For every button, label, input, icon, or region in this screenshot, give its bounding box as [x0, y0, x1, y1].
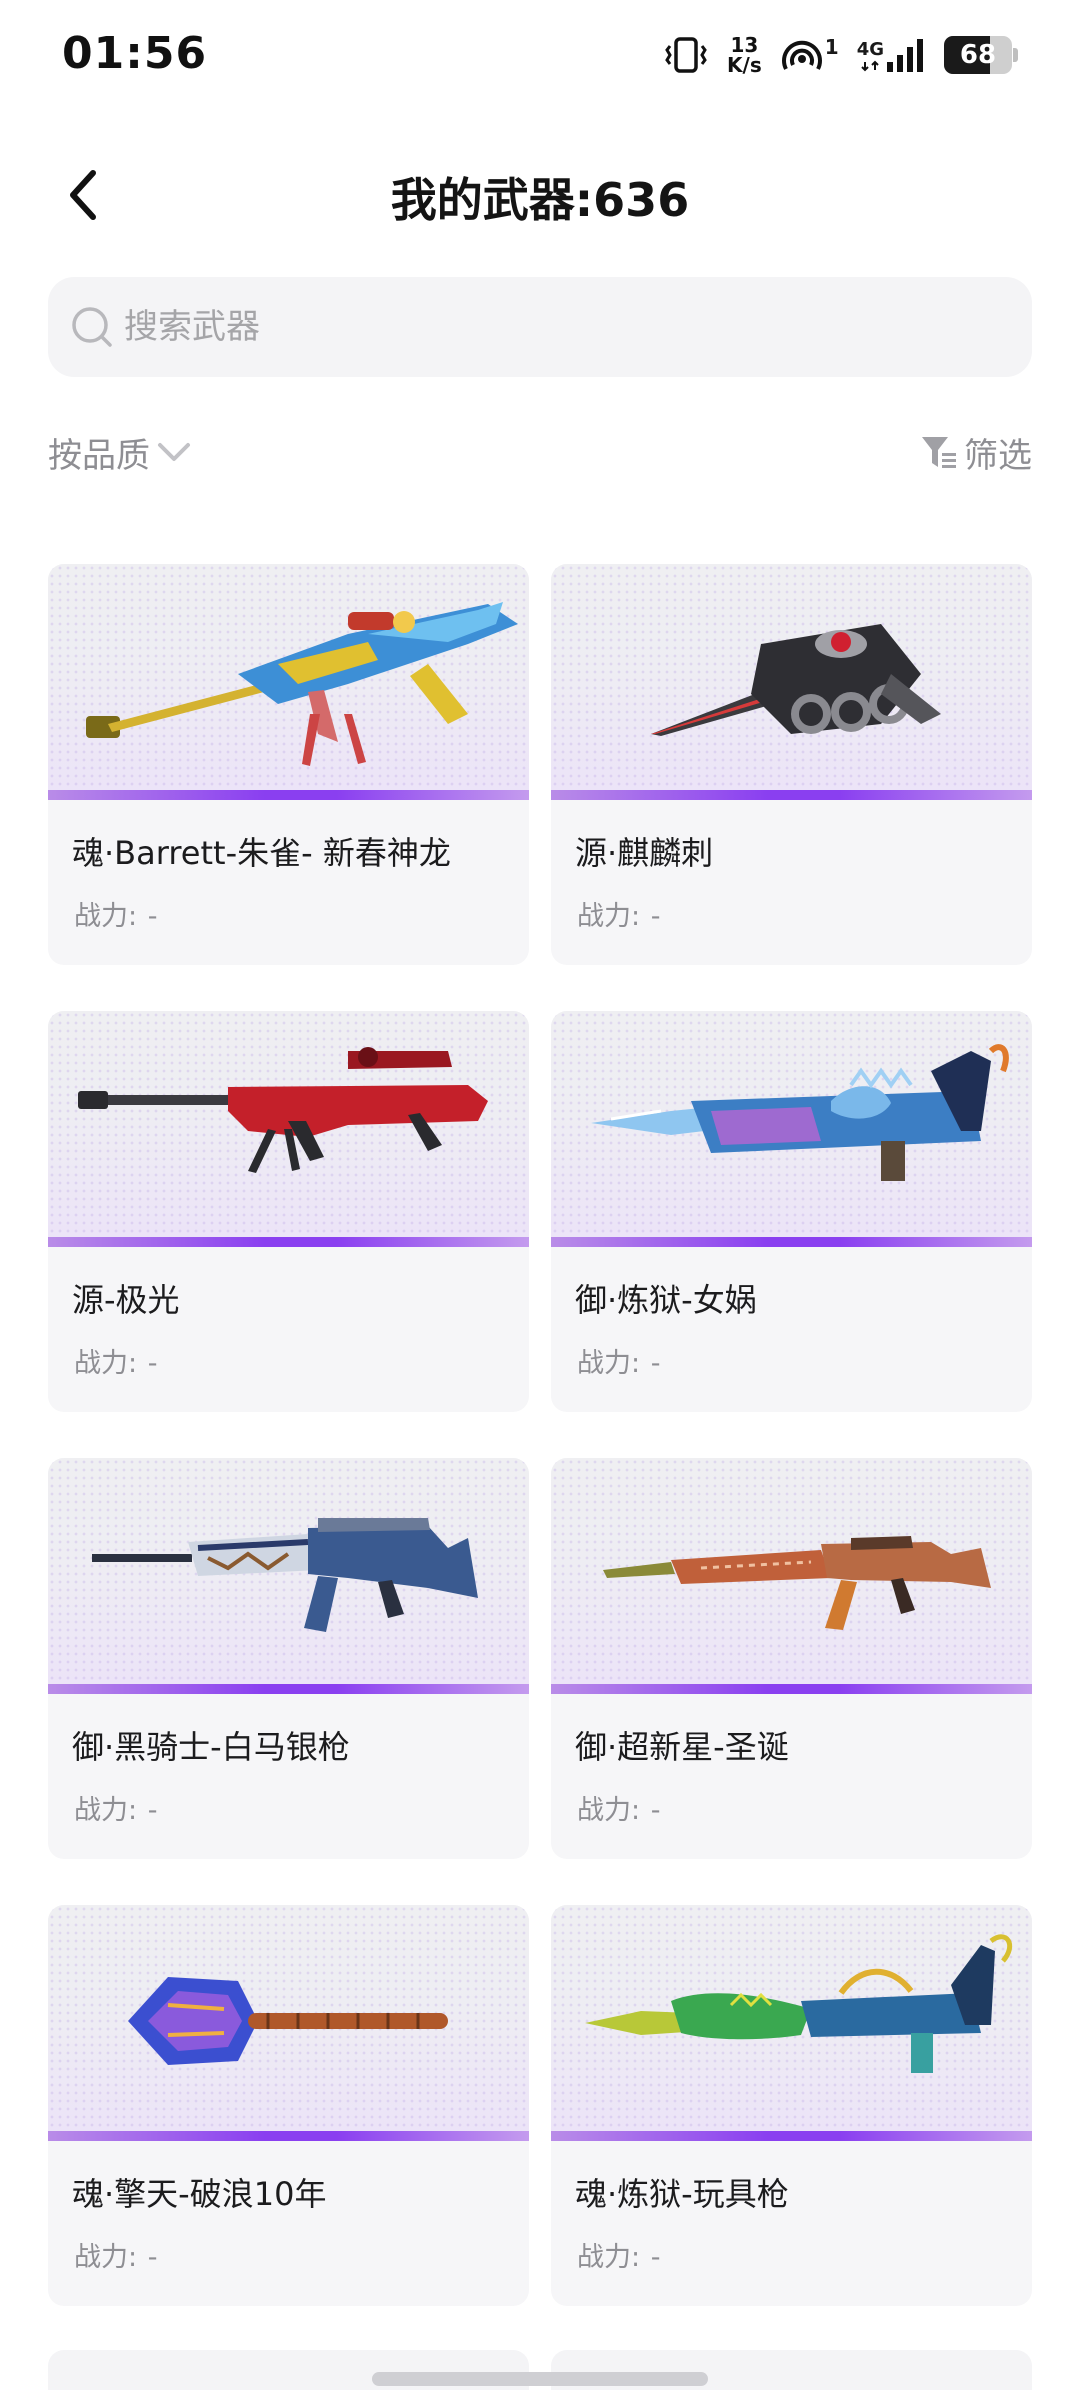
weapon-card[interactable]: 源·麒麟刺 战力: - [551, 564, 1032, 965]
power-label: 战力: [577, 1795, 641, 1826]
weapon-power: 战力: - [72, 1788, 157, 1827]
net-speed: 13 K/s [727, 35, 762, 75]
weapon-name: 御·超新星-圣诞 [575, 1728, 789, 1766]
shovel-icon [128, 1977, 448, 2065]
weapon-image [48, 564, 529, 800]
sort-label: 按品质 [48, 435, 150, 476]
power-value: - [147, 901, 158, 932]
power-value: - [650, 2242, 661, 2273]
weapon-card[interactable]: 魂·擎天-破浪10年 战力: - [48, 1905, 529, 2306]
weapon-image [48, 1011, 529, 1247]
power-label: 战力: [74, 2242, 138, 2273]
search-box[interactable] [48, 277, 1032, 377]
assault-rifle-icon [603, 1536, 991, 1630]
weapon-power: 战力: - [72, 1341, 157, 1380]
power-label: 战力: [74, 1348, 138, 1379]
weapon-grid: 魂·Barrett-朱雀- 新春神龙 战力: - 源·麒麟刺 战力: - 源-极… [48, 564, 1032, 2306]
weapon-power: 战力: - [575, 1341, 660, 1380]
chevron-down-icon [158, 443, 190, 461]
sort-dropdown[interactable]: 按品质 [48, 424, 192, 480]
vibrate-icon [663, 35, 709, 75]
power-label: 战力: [74, 1795, 138, 1826]
home-indicator[interactable] [372, 2372, 708, 2386]
weapon-power: 战力: - [575, 894, 660, 933]
weapon-name: 魂·Barrett-朱雀- 新春神龙 [72, 834, 451, 872]
weapon-name: 御·黑骑士-白马银枪 [72, 1728, 350, 1766]
cellular-icon: 4G [857, 38, 926, 72]
filter-button[interactable]: 筛选 [920, 424, 1032, 480]
power-value: - [650, 1795, 661, 1826]
power-value: - [147, 1348, 158, 1379]
dragon-gun-icon [591, 1044, 1009, 1181]
weapon-card[interactable]: 魂·Barrett-朱雀- 新春神龙 战力: - [48, 564, 529, 965]
battery-icon: 68 [944, 36, 1018, 74]
hotspot-count: 1 [824, 35, 839, 59]
weapon-image [551, 1458, 1032, 1694]
weapon-name: 御·炼狱-女娲 [575, 1281, 757, 1319]
weapon-power: 战力: - [72, 894, 157, 933]
page-title: 我的武器:636 [390, 173, 690, 227]
weapon-card[interactable]: 魂·炼狱-玩具枪 战力: - [551, 1905, 1032, 2306]
power-value: - [147, 1795, 158, 1826]
filter-icon [922, 437, 956, 468]
network-type: 4G [856, 39, 884, 60]
weapon-name: 源-极光 [72, 1281, 180, 1319]
hotspot-icon: 1 [780, 35, 839, 75]
search-input[interactable] [124, 307, 1004, 347]
search-icon [72, 307, 112, 347]
weapon-name: 魂·擎天-破浪10年 [72, 2175, 327, 2213]
net-speed-unit: K/s [727, 53, 762, 77]
weapon-image [48, 1905, 529, 2141]
knuckle-knife-icon [651, 624, 941, 736]
power-value: - [650, 901, 661, 932]
sniper-rifle-icon [86, 602, 518, 766]
filter-label: 筛选 [964, 435, 1032, 476]
weapon-power: 战力: - [575, 2235, 660, 2274]
dragon-gun-icon [585, 1934, 1013, 2073]
weapon-image [551, 564, 1032, 800]
net-speed-value: 13 [730, 33, 759, 57]
weapon-image [551, 1905, 1032, 2141]
weapon-power: 战力: - [575, 1788, 660, 1827]
header: 我的武器:636 [0, 140, 1080, 250]
power-value: - [650, 1348, 661, 1379]
power-label: 战力: [577, 2242, 641, 2273]
assault-rifle-icon [92, 1518, 478, 1632]
power-label: 战力: [577, 901, 641, 932]
weapon-image [48, 1458, 529, 1694]
weapon-image [551, 1011, 1032, 1247]
sniper-rifle-icon [78, 1047, 488, 1173]
power-label: 战力: [577, 1348, 641, 1379]
weapon-card[interactable]: 源-极光 战力: - [48, 1011, 529, 1412]
weapon-power: 战力: - [72, 2235, 157, 2274]
weapon-card[interactable]: 御·炼狱-女娲 战力: - [551, 1011, 1032, 1412]
weapon-name: 魂·炼狱-玩具枪 [575, 2175, 789, 2213]
status-bar: 01:56 13 K/s 1 4G 68 [0, 0, 1080, 110]
weapon-name: 源·麒麟刺 [575, 834, 714, 872]
status-time: 01:56 [62, 28, 208, 79]
battery-level: 68 [959, 40, 997, 70]
weapon-card[interactable]: 御·黑骑士-白马银枪 战力: - [48, 1458, 529, 1859]
status-icons: 13 K/s 1 4G 68 [663, 30, 1018, 80]
weapon-card[interactable]: 御·超新星-圣诞 战力: - [551, 1458, 1032, 1859]
power-value: - [147, 2242, 158, 2273]
power-label: 战力: [74, 901, 138, 932]
